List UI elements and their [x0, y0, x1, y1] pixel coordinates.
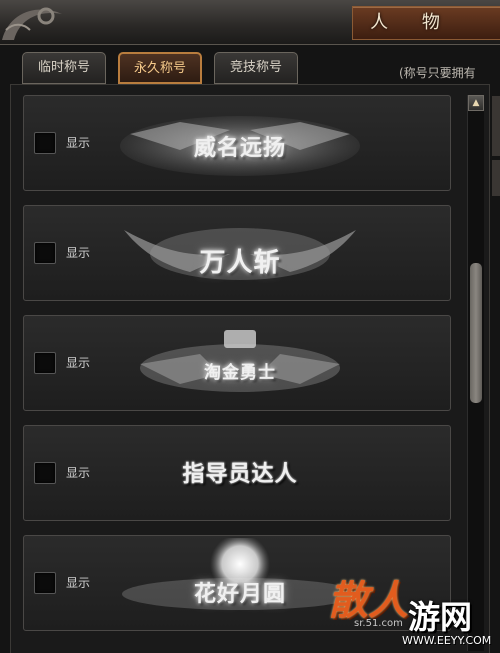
show-checkbox[interactable]	[34, 132, 56, 154]
scroll-up-button[interactable]: ▲	[468, 95, 484, 111]
title-row: 显示 淘金勇士	[23, 315, 451, 411]
show-checkbox[interactable]	[34, 462, 56, 484]
site-watermark: 散人 游网 sr.51.com WWW.EEYY.COM	[322, 562, 500, 652]
show-label: 显示	[66, 356, 91, 370]
tab-temporary-titles[interactable]: 临时称号	[22, 52, 106, 84]
title-badge: 淘金勇士	[120, 324, 360, 400]
tab-permanent-titles[interactable]: 永久称号	[118, 52, 202, 84]
title-name: 淘金勇士	[204, 363, 276, 383]
title-bar: 人 物	[0, 0, 500, 45]
show-checkbox[interactable]	[34, 352, 56, 374]
dragon-ornament-icon	[2, 7, 62, 40]
show-checkbox[interactable]	[34, 572, 56, 594]
title-badge: 指导员达人	[120, 434, 360, 510]
title-row: 显示 万人斩	[23, 205, 451, 301]
title-badge: 威名远扬	[120, 104, 360, 180]
side-edge	[492, 160, 500, 196]
window-title: 人 物	[370, 12, 454, 33]
logo-subtext: sr.51.com	[354, 618, 403, 629]
title-row: 显示 威名远扬	[23, 95, 451, 191]
tab-arena-titles[interactable]: 竞技称号	[214, 52, 298, 84]
side-edge	[492, 96, 500, 156]
watermark-url: WWW.EEYY.COM	[402, 634, 492, 647]
show-checkbox[interactable]	[34, 242, 56, 264]
title-name: 威名远扬	[193, 135, 286, 161]
show-label: 显示	[66, 466, 91, 480]
title-badge: 万人斩	[120, 214, 360, 290]
brand-text: 游网	[408, 598, 473, 636]
scroll-thumb[interactable]	[470, 263, 482, 403]
show-label: 显示	[66, 246, 91, 260]
title-row: 显示 指导员达人	[23, 425, 451, 521]
hint-text: (称号只要拥有	[399, 66, 476, 80]
title-name: 万人斩	[199, 248, 281, 278]
title-name: 指导员达人	[182, 461, 298, 487]
show-label: 显示	[66, 576, 91, 590]
show-label: 显示	[66, 136, 91, 150]
